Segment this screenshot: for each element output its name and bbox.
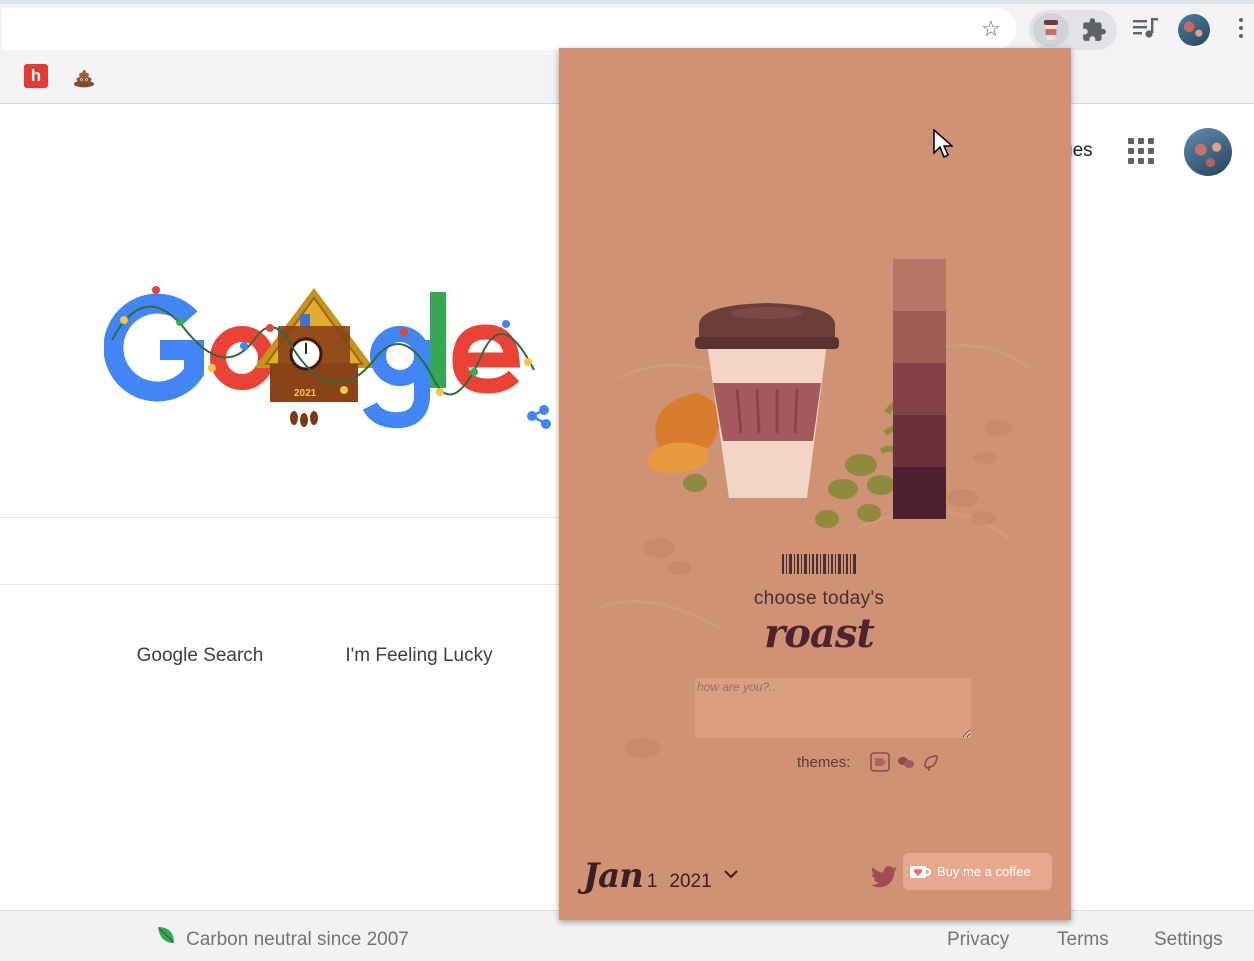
address-bar[interactable]: ☆ — [2, 8, 1016, 50]
chevron-down-icon[interactable] — [723, 869, 738, 879]
mouse-cursor-icon — [933, 129, 953, 159]
date-month: Jan — [583, 856, 644, 896]
palette-swatch[interactable] — [893, 467, 946, 519]
coffee-extension-popup: choose today's roast themes: Jan 1 2021 — [559, 48, 1071, 920]
leaf-theme-icon[interactable] — [921, 752, 941, 772]
buy-me-a-coffee-label: Buy me a coffee — [937, 864, 1031, 879]
choose-heading: choose today's — [753, 588, 885, 609]
palette-swatch[interactable] — [893, 415, 946, 467]
google-doodle[interactable]: 2021 — [104, 280, 560, 440]
mood-input[interactable] — [695, 678, 971, 738]
date-year: 2021 — [669, 871, 712, 892]
twitter-icon[interactable] — [871, 866, 897, 888]
screen: ☆ h ges 2021 Google Search I'm Feeling L… — [0, 0, 1254, 961]
buy-me-a-coffee-button[interactable]: Buy me a coffee — [903, 853, 1052, 890]
coffee-extension-icon[interactable] — [1033, 13, 1069, 47]
roast-heading: roast — [764, 610, 875, 657]
google-account-avatar[interactable] — [1184, 128, 1232, 176]
doodle-year: 2021 — [294, 388, 317, 399]
privacy-link[interactable]: Privacy — [947, 929, 1009, 951]
terms-link[interactable]: Terms — [1057, 929, 1109, 951]
barcode-icon — [782, 554, 856, 574]
extensions-area — [1029, 10, 1117, 50]
palette-swatch[interactable] — [893, 259, 946, 311]
palette-swatch[interactable] — [893, 311, 946, 363]
browser-toolbar: ☆ — [0, 0, 1254, 50]
h-logo-icon[interactable]: h — [24, 64, 48, 88]
heart-cup-icon — [910, 865, 931, 878]
palette-swatch[interactable] — [893, 363, 946, 415]
feeling-lucky-button[interactable]: I'm Feeling Lucky — [324, 636, 514, 676]
google-search-button[interactable]: Google Search — [112, 636, 288, 676]
search-box-divider — [0, 584, 560, 585]
carbon-neutral-link[interactable]: Carbon neutral since 2007 — [186, 929, 409, 951]
extensions-puzzle-icon[interactable] — [1081, 17, 1107, 43]
roast-color-palette — [893, 259, 946, 519]
poo-emoji-icon[interactable] — [72, 64, 96, 88]
coffee-beans-theme-icon[interactable] — [896, 752, 916, 772]
settings-link[interactable]: Settings — [1154, 929, 1223, 951]
themes-label: themes: — [797, 754, 851, 771]
google-apps-icon[interactable] — [1128, 138, 1154, 164]
more-menu-icon[interactable] — [1236, 18, 1246, 42]
media-control-icon[interactable] — [1133, 18, 1159, 40]
profile-avatar[interactable] — [1178, 14, 1210, 46]
date-selector[interactable]: Jan 1 2021 — [583, 856, 738, 896]
coffee-cup-illustration — [647, 303, 908, 528]
share-icon[interactable] — [527, 405, 551, 429]
leaf-icon — [158, 927, 174, 943]
date-day: 1 — [646, 871, 658, 892]
bookmark-star-icon[interactable]: ☆ — [980, 18, 1002, 40]
coffee-cup-theme-icon[interactable] — [870, 752, 890, 772]
search-box-divider — [0, 517, 560, 518]
